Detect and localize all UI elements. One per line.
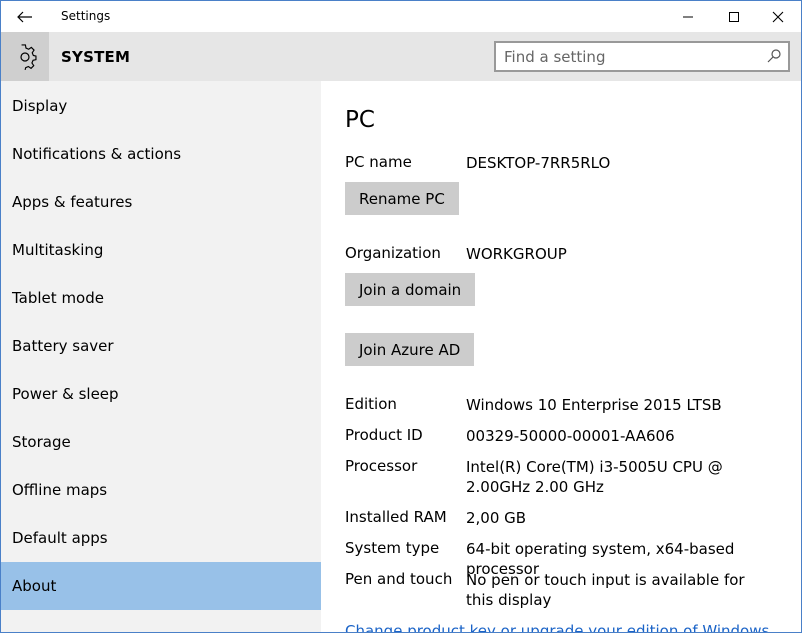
settings-window: Settings SYSTEM Find a setting Display N… <box>0 0 802 633</box>
gear-icon <box>20 43 37 70</box>
back-arrow-icon <box>17 11 32 22</box>
sidebar-item-about[interactable]: About <box>1 562 321 610</box>
search-box[interactable] <box>494 41 790 72</box>
organization-value: WORKGROUP <box>466 245 567 263</box>
minimize-icon <box>683 16 693 17</box>
edition-label: Edition <box>345 395 397 413</box>
sidebar-item-tablet-mode[interactable]: Tablet mode <box>1 274 321 322</box>
section-title: SYSTEM <box>61 48 131 66</box>
pc-name-value: DESKTOP-7RR5RLO <box>466 154 611 172</box>
maximize-button[interactable] <box>711 1 757 32</box>
system-type-label: System type <box>345 539 440 557</box>
maximize-icon <box>729 11 739 22</box>
processor-label: Processor <box>345 457 418 475</box>
product-id-label: Product ID <box>345 426 423 444</box>
about-content: PC PC name DESKTOP-7RR5RLO Rename PC Org… <box>321 81 801 632</box>
join-azure-ad-button[interactable]: Join Azure AD <box>345 333 475 366</box>
product-id-value: 00329-50000-00001-AA606 <box>466 427 675 445</box>
pen-touch-label: Pen and touch <box>345 570 453 588</box>
settings-header: SYSTEM <box>1 32 801 81</box>
search-input[interactable] <box>504 47 754 67</box>
sidebar-item-apps-features[interactable]: Apps & features <box>1 178 321 226</box>
installed-ram-value: 2,00 GB <box>466 509 527 527</box>
system-home-button[interactable] <box>1 32 49 81</box>
sidebar-item-power-sleep[interactable]: Power & sleep <box>1 370 321 418</box>
title-bar: Settings <box>1 1 801 32</box>
pen-touch-value: No pen or touch input is available for t… <box>466 571 745 609</box>
sidebar-item-display[interactable]: Display <box>1 82 321 130</box>
minimize-button[interactable] <box>665 1 711 32</box>
search-icon[interactable] <box>766 48 782 64</box>
sidebar: Display Notifications & actions Apps & f… <box>1 81 321 632</box>
organization-label: Organization <box>345 244 441 262</box>
edition-value: Windows 10 Enterprise 2015 LTSB <box>466 396 722 414</box>
sidebar-item-battery-saver[interactable]: Battery saver <box>1 322 321 370</box>
pc-name-label: PC name <box>345 153 412 171</box>
close-button[interactable] <box>755 1 801 32</box>
sidebar-item-default-apps[interactable]: Default apps <box>1 514 321 562</box>
join-domain-button[interactable]: Join a domain <box>345 273 476 306</box>
back-button[interactable] <box>1 1 49 32</box>
sidebar-item-multitasking[interactable]: Multitasking <box>1 226 321 274</box>
close-icon <box>772 11 784 22</box>
window-title: Settings <box>61 9 111 23</box>
sidebar-item-storage[interactable]: Storage <box>1 418 321 466</box>
processor-value: Intel(R) Core(TM) i3-5005U CPU @ 2.00GHz… <box>466 458 723 496</box>
sidebar-item-notifications[interactable]: Notifications & actions <box>1 130 321 178</box>
change-product-key-link[interactable]: Change product key or upgrade your editi… <box>345 622 769 632</box>
page-title: PC <box>345 107 375 133</box>
sidebar-item-offline-maps[interactable]: Offline maps <box>1 466 321 514</box>
rename-pc-button[interactable]: Rename PC <box>345 182 459 215</box>
installed-ram-label: Installed RAM <box>345 508 447 526</box>
